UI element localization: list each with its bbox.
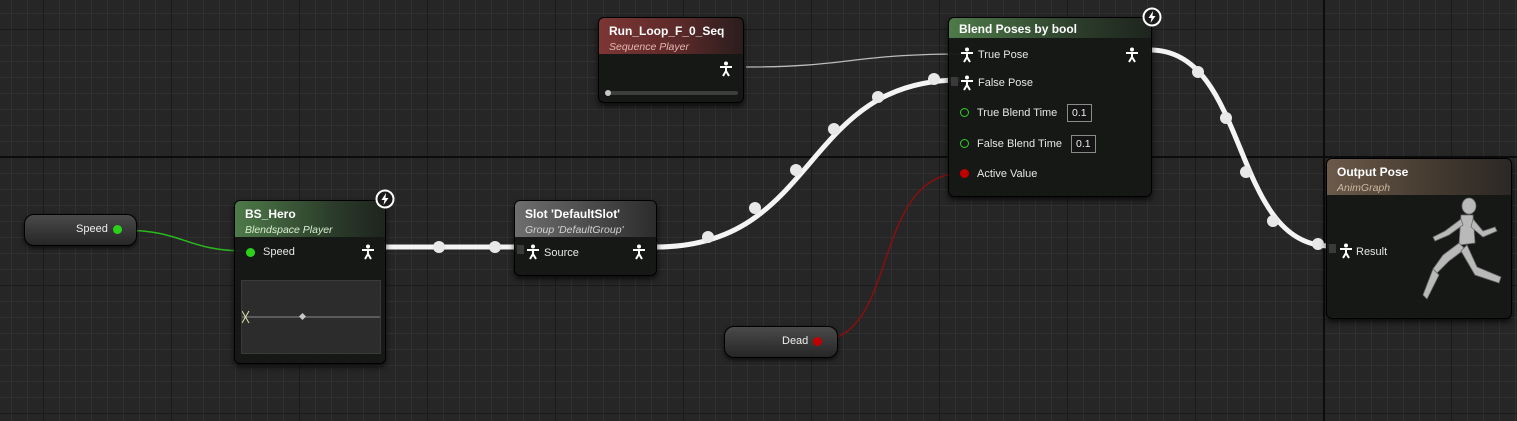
false-blend-time-label: False Blend Time <box>977 138 1062 150</box>
lightning-icon <box>375 189 395 209</box>
pose-pin-icon[interactable] <box>361 244 375 260</box>
false-pose-input-pin[interactable] <box>951 77 958 86</box>
output-pose-header[interactable]: Output Pose AnimGraph <box>1327 159 1511 195</box>
bs-hero-speed-label: Speed <box>263 246 295 258</box>
output-pose-node[interactable]: Output Pose AnimGraph Result <box>1326 158 1512 319</box>
result-input-pin[interactable] <box>1329 244 1336 253</box>
output-pose-title: Output Pose <box>1337 165 1409 179</box>
wire-speed[interactable] <box>120 229 247 252</box>
active-value-pin[interactable] <box>960 169 969 178</box>
run-loop-subtitle: Sequence Player <box>609 41 689 53</box>
dead-variable-node[interactable]: Dead <box>724 326 838 358</box>
blend-poses-title: Blend Poses by bool <box>959 22 1078 36</box>
dead-output-pin[interactable] <box>813 337 822 346</box>
sequence-scrubber-knob[interactable] <box>605 90 611 96</box>
slot-subtitle: Group 'DefaultGroup' <box>525 224 624 236</box>
false-blend-time-field[interactable]: 0.1 <box>1071 135 1096 153</box>
slot-node[interactable]: Slot 'DefaultSlot' Group 'DefaultGroup' … <box>514 200 657 276</box>
result-label: Result <box>1356 246 1388 258</box>
blendspace-preview-graph <box>241 280 388 354</box>
blend-poses-node[interactable]: Blend Poses by bool True Pose False Pose… <box>948 17 1152 197</box>
output-pose-subtitle: AnimGraph <box>1337 182 1391 194</box>
wire-slot-false-pose[interactable] <box>655 77 961 250</box>
run-loop-header[interactable]: Run_Loop_F_0_Seq Sequence Player <box>599 18 743 54</box>
bs-hero-speed-input-pin[interactable] <box>246 248 255 257</box>
slot-source-input-pin[interactable] <box>517 245 524 254</box>
active-value-label: Active Value <box>977 168 1038 180</box>
pose-pin-icon <box>1340 243 1352 259</box>
speed-variable-label: Speed <box>76 223 108 235</box>
slot-source-label: Source <box>544 247 579 259</box>
slot-title: Slot 'DefaultSlot' <box>525 207 621 221</box>
true-pose-label: True Pose <box>978 49 1029 61</box>
true-blend-time-pin[interactable] <box>960 108 969 117</box>
wire-run-loop-true-pose[interactable] <box>745 53 965 68</box>
pose-pin-icon[interactable] <box>719 61 733 77</box>
wire-dead[interactable] <box>817 172 964 342</box>
pose-pin-icon[interactable] <box>1125 47 1139 63</box>
pose-pin-icon <box>527 244 539 260</box>
slot-header[interactable]: Slot 'DefaultSlot' Group 'DefaultGroup' <box>515 201 656 237</box>
run-loop-node[interactable]: Run_Loop_F_0_Seq Sequence Player <box>598 17 744 103</box>
false-pose-label: False Pose <box>978 77 1034 89</box>
pose-pin-icon <box>961 75 973 91</box>
blend-poses-header[interactable]: Blend Poses by bool <box>949 18 1151 38</box>
pose-pin-icon[interactable] <box>960 47 974 63</box>
speed-output-pin[interactable] <box>113 225 122 234</box>
sequence-progress-bar[interactable] <box>606 91 738 95</box>
pose-pin-icon[interactable] <box>632 244 646 260</box>
run-loop-title: Run_Loop_F_0_Seq <box>609 24 725 38</box>
wire-blend-output[interactable] <box>1149 47 1331 249</box>
false-blend-time-pin[interactable] <box>960 139 969 148</box>
bs-hero-header[interactable]: BS_Hero Blendspace Player <box>235 201 385 237</box>
speed-variable-node[interactable]: Speed <box>24 214 137 246</box>
bs-hero-node[interactable]: BS_Hero Blendspace Player Speed <box>234 200 388 364</box>
blendspace-preview-line <box>241 310 388 324</box>
lightning-icon <box>1142 7 1162 27</box>
true-blend-time-field[interactable]: 0.1 <box>1067 104 1092 122</box>
bs-hero-title: BS_Hero <box>245 207 296 221</box>
dead-variable-label: Dead <box>782 335 809 347</box>
true-blend-time-label: True Blend Time <box>977 107 1058 119</box>
running-mannequin-icon <box>1422 197 1502 300</box>
bs-hero-subtitle: Blendspace Player <box>245 224 333 236</box>
